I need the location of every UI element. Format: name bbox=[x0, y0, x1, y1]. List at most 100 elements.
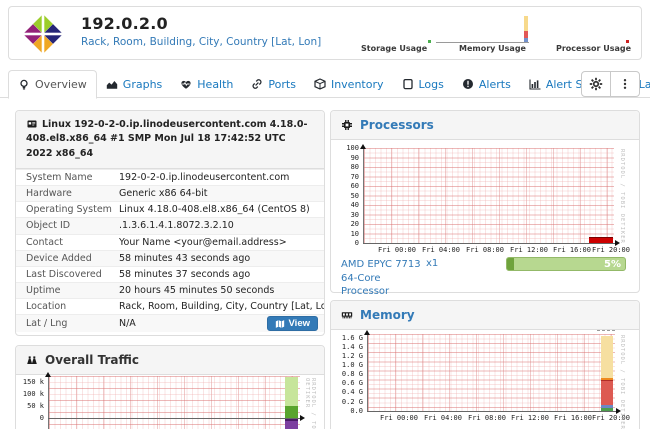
device-settings-button[interactable] bbox=[581, 71, 611, 97]
memory-cached-area bbox=[601, 336, 613, 379]
y-tick: 0.8 G bbox=[331, 370, 363, 378]
row-label: Uptime bbox=[16, 284, 119, 297]
row-value: 58 minutes 43 seconds ago bbox=[119, 252, 324, 265]
binoculars-icon bbox=[26, 354, 38, 366]
memory-used-area bbox=[601, 380, 613, 405]
traffic-outbound-area bbox=[285, 421, 298, 429]
x-tick: Fri 00:00 bbox=[380, 414, 418, 422]
memory-mini-bar-used bbox=[524, 31, 528, 38]
y-axis-arrow bbox=[360, 144, 366, 149]
y-tick: 0.0 bbox=[331, 407, 363, 415]
table-row: Lat / LngN/AView bbox=[16, 314, 324, 332]
x-tick: Fri 12:00 bbox=[511, 414, 549, 422]
table-row: Uptime20 hours 45 minutes 50 seconds bbox=[16, 282, 324, 298]
row-value: 192-0-2-0.ip.linodeusercontent.com bbox=[119, 171, 324, 184]
y-tick: 60 bbox=[331, 182, 359, 190]
area-chart-icon bbox=[106, 78, 118, 90]
x-tick: Fri 16:00 bbox=[553, 246, 591, 254]
row-label: Location bbox=[16, 300, 119, 313]
square-icon bbox=[402, 78, 414, 90]
x-tick: Fri 08:00 bbox=[466, 246, 504, 254]
memory-usage-label: Memory Usage bbox=[459, 44, 526, 53]
y-axis-arrow bbox=[364, 330, 370, 335]
cpu-usage-progress-fill bbox=[507, 258, 514, 270]
x-tick: Fri 16:00 bbox=[554, 414, 592, 422]
x-tick: Fri 04:00 bbox=[424, 414, 462, 422]
tab-inventory[interactable]: Inventory bbox=[305, 70, 393, 98]
y-tick: 80 bbox=[331, 163, 359, 171]
memory-panel: Memory 1.6 G 1.4 G 1.2 G 1.0 G 0.8 G 0.6… bbox=[330, 300, 640, 429]
y-tick: 100 k bbox=[16, 390, 44, 398]
tab-alerts[interactable]: Alerts bbox=[453, 70, 520, 98]
processors-title[interactable]: Processors bbox=[360, 118, 434, 132]
cpu-usage-percent: 5% bbox=[604, 259, 621, 270]
x-tick: Fri 20:00 bbox=[592, 246, 630, 254]
y-tick: 50 k bbox=[16, 402, 44, 410]
storage-mini-mark bbox=[428, 40, 431, 43]
tab-label: Inventory bbox=[331, 78, 384, 91]
processor-mini-mark bbox=[626, 40, 629, 43]
tab-health[interactable]: Health bbox=[171, 70, 242, 98]
device-tabbar: Overview Graphs Health Ports Inventory L… bbox=[0, 70, 650, 98]
table-row: System Name192-0-2-0.ip.linodeuserconten… bbox=[16, 169, 324, 185]
y-tick: 1.6 G bbox=[331, 334, 363, 342]
processors-plot-area bbox=[363, 148, 614, 243]
y-tick: 10 bbox=[331, 230, 359, 238]
y-tick: 0 bbox=[16, 414, 44, 422]
y-tick: 0.6 G bbox=[331, 379, 363, 387]
y-tick: 70 bbox=[331, 173, 359, 181]
y-tick: 100 bbox=[331, 144, 359, 152]
system-description: Linux 192-0-2-0.ip.linodeusercontent.com… bbox=[16, 111, 324, 169]
memory-title[interactable]: Memory bbox=[360, 308, 415, 322]
processor-usage-label: Processor Usage bbox=[556, 44, 631, 53]
tab-logs[interactable]: Logs bbox=[393, 70, 453, 98]
y-axis-arrow bbox=[45, 372, 51, 377]
table-row: Object ID.1.3.6.1.4.1.8072.3.2.10 bbox=[16, 217, 324, 233]
lightbulb-icon bbox=[18, 79, 30, 91]
memory-mini-bar-cached bbox=[524, 16, 528, 31]
view-map-button[interactable]: View bbox=[267, 316, 318, 331]
table-row: HardwareGeneric x86 64-bit bbox=[16, 185, 324, 201]
tab-ports[interactable]: Ports bbox=[242, 70, 305, 98]
cpu-name-link[interactable]: AMD EPYC 7713 64-Core Processor bbox=[341, 258, 427, 299]
cpu-count: x1 bbox=[426, 258, 438, 269]
y-tick: 90 bbox=[331, 154, 359, 162]
memory-total-line bbox=[597, 330, 615, 331]
memory-mini-bar-buffers bbox=[524, 38, 528, 42]
exclamation-circle-icon bbox=[462, 78, 474, 90]
row-label: Operating System bbox=[16, 203, 119, 216]
y-tick: 20 bbox=[331, 220, 359, 228]
x-tick: Fri 04:00 bbox=[422, 246, 460, 254]
row-value: .1.3.6.1.4.1.8072.3.2.10 bbox=[119, 219, 324, 232]
storage-usage-label: Storage Usage bbox=[361, 44, 427, 53]
device-title: 192.0.2.0 bbox=[81, 14, 168, 33]
traffic-inbound-area bbox=[285, 377, 298, 406]
tab-overview[interactable]: Overview bbox=[8, 70, 97, 99]
device-location-link[interactable]: Rack, Room, Building, City, Country [Lat… bbox=[81, 36, 321, 48]
row-value: Generic x86 64-bit bbox=[119, 187, 324, 200]
centos-logo-icon bbox=[23, 14, 63, 54]
tab-label: Alerts bbox=[479, 78, 511, 91]
row-label: System Name bbox=[16, 171, 119, 184]
tab-label: Overview bbox=[35, 78, 87, 91]
row-value: N/AView bbox=[119, 315, 324, 332]
device-more-button[interactable] bbox=[610, 71, 640, 97]
link-icon bbox=[251, 78, 263, 90]
rrdtool-watermark: RRDTOOL / TOBI OETIKER bbox=[619, 335, 625, 429]
processors-x-axis bbox=[363, 243, 615, 244]
y-tick: 150 k bbox=[16, 378, 44, 386]
kebab-menu-icon bbox=[619, 78, 631, 90]
x-tick: Fri 08:00 bbox=[468, 414, 506, 422]
row-value: Linux 4.18.0-408.el8.x86_64 (CentOS 8) bbox=[119, 203, 324, 216]
device-header-card: 192.0.2.0 Rack, Room, Building, City, Co… bbox=[8, 6, 642, 60]
overall-traffic-header: Overall Traffic bbox=[16, 346, 324, 375]
table-row: Device Added58 minutes 43 seconds ago bbox=[16, 250, 324, 266]
row-value: Rack, Room, Building, City, Country [Lat… bbox=[119, 300, 324, 313]
tab-label: Latency bbox=[639, 78, 650, 91]
tab-graphs[interactable]: Graphs bbox=[97, 70, 171, 98]
memory-mini-baseline bbox=[436, 42, 529, 43]
tab-label: Health bbox=[197, 78, 233, 91]
processors-panel: Processors 100 90 80 70 60 50 40 30 20 1… bbox=[330, 110, 640, 293]
traffic-plot-area bbox=[48, 376, 300, 429]
tab-label: Ports bbox=[268, 78, 296, 91]
